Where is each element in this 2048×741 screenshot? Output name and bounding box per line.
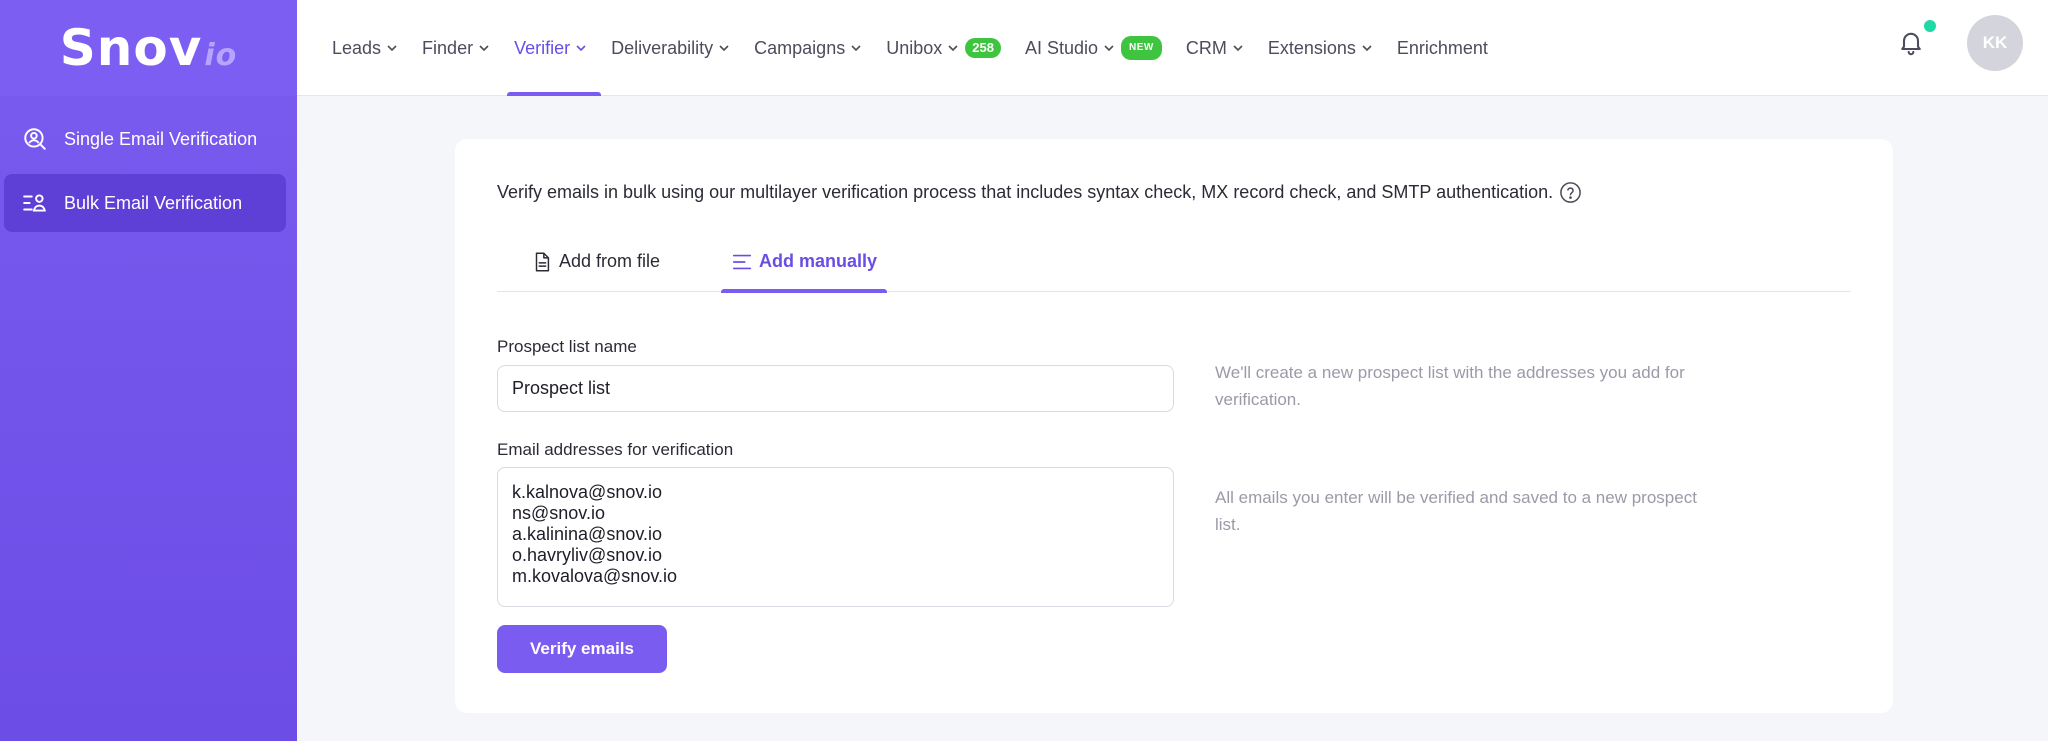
chevron-down-icon [1233, 45, 1243, 52]
notification-dot [1922, 18, 1938, 34]
unread-count-badge: 258 [965, 38, 1001, 58]
nav-label: Deliverability [611, 37, 714, 58]
nav-finder[interactable]: Finder [422, 0, 490, 96]
new-badge: NEW [1120, 36, 1162, 60]
nav-extensions[interactable]: Extensions [1268, 0, 1373, 96]
logo[interactable]: Snovio [0, 0, 297, 96]
main-nav: Leads Finder Verifier Deliverability Cam… [332, 0, 1512, 96]
users-list-icon [23, 194, 46, 212]
chevron-down-icon [479, 45, 489, 52]
lines-icon [732, 254, 752, 269]
nav-label: Leads [332, 37, 382, 58]
emails-hint: All emails you enter will be verified an… [1215, 488, 1697, 534]
input-method-tabs: Add from file Add manually [497, 231, 1851, 293]
nav-label: Verifier [514, 37, 571, 58]
help-icon[interactable] [1559, 181, 1582, 204]
nav-crm[interactable]: CRM [1186, 0, 1244, 96]
bulk-verification-card: Verify emails in bulk using our multilay… [455, 139, 1893, 713]
bell-icon[interactable] [1897, 28, 1925, 56]
tab-label: Add manually [759, 251, 878, 271]
chevron-down-icon [1104, 45, 1114, 52]
sidebar-item-bulk-email-verification[interactable]: Bulk Email Verification [4, 174, 286, 232]
file-icon [535, 252, 550, 271]
nav-enrichment[interactable]: Enrichment [1397, 0, 1488, 96]
description-text: Verify emails in bulk using our multilay… [497, 182, 1554, 202]
nav-label: Campaigns [754, 37, 846, 58]
nav-unibox[interactable]: Unibox 258 [886, 0, 1001, 96]
nav-label: AI Studio [1024, 37, 1098, 58]
email-addresses-textarea[interactable]: k.kalnova@snov.io ns@snov.io a.kalinina@… [497, 467, 1174, 607]
nav-label: Finder [422, 37, 474, 58]
chevron-down-icon [387, 45, 397, 52]
nav-campaigns[interactable]: Campaigns [754, 0, 862, 96]
nav-label: Unibox [886, 37, 943, 58]
sidebar: Snovio Single Email Verification Bulk Em… [0, 0, 297, 741]
chevron-down-icon [576, 45, 586, 52]
emails-label: Email addresses for verification [497, 440, 734, 459]
nav-label: CRM [1185, 37, 1227, 58]
tab-label: Add from file [559, 251, 661, 271]
nav-label: Enrichment [1396, 37, 1488, 58]
chevron-down-icon [1362, 45, 1372, 52]
chevron-down-icon [719, 45, 729, 52]
page-description: Verify emails in bulk using our multilay… [497, 181, 1582, 204]
nav-label: Extensions [1267, 37, 1356, 58]
list-name-label: Prospect list name [497, 337, 637, 356]
nav-verifier[interactable]: Verifier [507, 0, 602, 96]
chevron-down-icon [851, 45, 861, 52]
nav-ai-studio[interactable]: AI Studio NEW [1025, 0, 1162, 96]
tab-add-from-file[interactable]: Add from file [531, 231, 660, 292]
sidebar-item-single-email-verification[interactable]: Single Email Verification [4, 110, 286, 168]
sidebar-item-label: Bulk Email Verification [64, 192, 243, 213]
verify-emails-button[interactable]: Verify emails [497, 625, 667, 673]
user-search-icon [24, 128, 46, 150]
tab-add-manually[interactable]: Add manually [720, 231, 888, 293]
nav-leads[interactable]: Leads [332, 0, 398, 96]
top-navigation: Leads Finder Verifier Deliverability Cam… [297, 0, 2048, 96]
nav-deliverability[interactable]: Deliverability [611, 0, 730, 96]
prospect-list-name-input[interactable] [497, 365, 1174, 412]
avatar[interactable]: KK [1967, 15, 2023, 71]
list-name-hint: We'll create a new prospect list with th… [1215, 363, 1685, 409]
chevron-down-icon [948, 45, 958, 52]
sidebar-item-label: Single Email Verification [64, 128, 258, 149]
